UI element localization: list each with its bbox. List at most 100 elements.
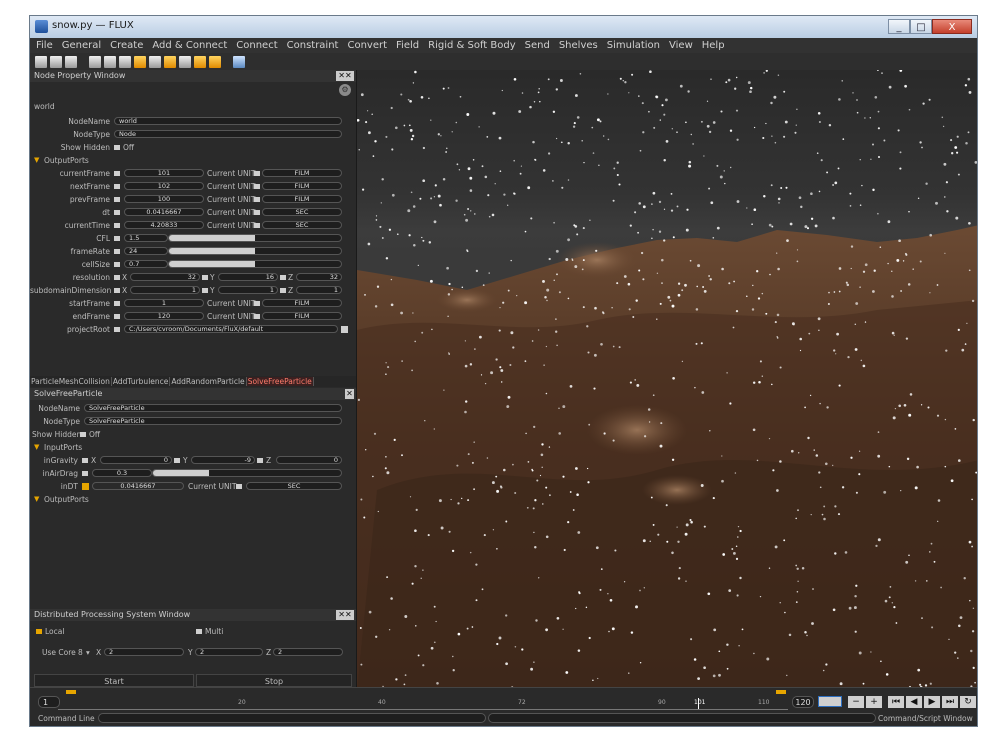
unit-checkbox[interactable] [254,184,260,189]
open-file-icon[interactable] [50,55,62,68]
unit-dropdown[interactable]: FILM [262,312,342,320]
unit-checkbox[interactable] [254,197,260,202]
chevron-down-icon[interactable]: ▾ [86,647,90,658]
collapse-triangle-icon[interactable]: ▼ [34,494,39,505]
port-checkbox[interactable] [114,275,120,280]
maximize-button[interactable]: □ [910,19,932,34]
browse-folder-icon[interactable] [341,326,348,333]
gear-icon[interactable]: ⚙ [339,84,351,96]
unit-dropdown[interactable]: SEC [262,221,342,229]
air-drag-checkbox[interactable] [82,471,88,476]
port-value-field[interactable]: 101 [124,169,204,177]
z-field[interactable]: 32 [296,273,342,281]
script-output-field[interactable] [488,713,876,723]
command-line-input[interactable] [98,713,486,723]
port-checkbox[interactable] [114,184,120,189]
slider-value-field[interactable]: 0.7 [124,260,168,268]
menu-connect[interactable]: Connect [236,38,277,53]
air-drag-slider[interactable] [152,469,342,477]
port-checkbox[interactable] [114,288,120,293]
project-root-field[interactable]: C:/Users/cvroom/Documents/FluX/default [124,325,338,333]
tab-particle-mesh-collision[interactable]: ParticleMeshCollision [30,377,112,386]
port-checkbox[interactable] [114,249,120,254]
unit-checkbox[interactable] [254,314,260,319]
port-checkbox[interactable] [114,262,120,267]
node-graph-icon[interactable] [104,55,116,68]
node-list-icon[interactable] [89,55,101,68]
y-field[interactable]: 16 [218,273,278,281]
multi-checkbox[interactable] [196,629,202,634]
menu-view[interactable]: View [669,38,693,53]
save-file-icon[interactable] [65,55,77,68]
menu-simulation[interactable]: Simulation [607,38,660,53]
gravity-checkbox[interactable] [82,458,88,463]
gravity-z-field[interactable]: 0 [276,456,342,464]
x-field[interactable]: 1 [130,286,200,294]
zoom-in-icon[interactable]: + [866,696,882,708]
unit-checkbox[interactable] [236,484,242,489]
minimize-button[interactable]: _ [888,19,910,34]
paint-icon[interactable] [194,55,206,68]
zoom-out-icon[interactable]: − [848,696,864,708]
menu-constraint[interactable]: Constraint [287,38,339,53]
unit-checkbox[interactable] [254,223,260,228]
air-drag-field[interactable]: 0.3 [92,469,152,477]
y-field[interactable]: 1 [218,286,278,294]
timeline-ruler[interactable]: 20 40 72 90 101 110 [58,690,788,710]
sphere-icon[interactable] [164,55,176,68]
port-value-field[interactable]: 120 [124,312,204,320]
local-checkbox[interactable] [36,629,42,634]
port-value-field[interactable]: 102 [124,182,204,190]
y-checkbox[interactable] [174,458,180,463]
tab-add-random-particle[interactable]: AddRandomParticle [170,377,247,386]
collapse-triangle-icon[interactable]: ▼ [34,155,39,166]
port-checkbox[interactable] [114,314,120,319]
slider-value-field[interactable]: 24 [124,247,168,255]
menu-shelves[interactable]: Shelves [559,38,598,53]
current-frame-marker[interactable] [698,698,699,709]
panel-close-icon[interactable]: ✕ [345,389,354,399]
port-value-field[interactable]: 0.0416667 [124,208,204,216]
port-checkbox[interactable] [114,223,120,228]
window-icon[interactable] [149,55,161,68]
tools-icon[interactable] [209,55,221,68]
unit-checkbox[interactable] [254,210,260,215]
stop-button[interactable]: Stop [196,674,352,687]
z-checkbox[interactable] [257,458,263,463]
menu-file[interactable]: File [36,38,53,53]
port-value-field[interactable]: 1 [124,299,204,307]
show-hidden-checkbox[interactable] [80,432,86,437]
show-hidden-checkbox[interactable] [114,145,120,150]
menu-convert[interactable]: Convert [347,38,387,53]
port-checkbox[interactable] [114,210,120,215]
gravity-y-field[interactable]: -9 [191,456,255,464]
dt-connected-icon[interactable] [82,483,89,490]
y-checkbox[interactable] [202,288,208,293]
layout-icon[interactable] [119,55,131,68]
play-icon[interactable]: ▶ [924,696,940,708]
go-start-icon[interactable]: ⏮ [888,696,904,708]
loop-icon[interactable]: ↻ [960,696,976,708]
slider-track[interactable] [168,260,342,268]
playback-speed-icon[interactable] [818,696,842,707]
dps-x-field[interactable]: 2 [104,648,184,656]
unit-dropdown[interactable]: FILM [262,195,342,203]
tab-solve-free-particle[interactable]: SolveFreeParticle [246,377,314,386]
node-name-field[interactable]: world [114,117,342,125]
panel-close-icon[interactable]: ✕✕ [336,610,354,620]
dps-y-field[interactable]: 2 [195,648,263,656]
menu-field[interactable]: Field [396,38,419,53]
z-checkbox[interactable] [280,288,286,293]
port-value-field[interactable]: 4.20833 [124,221,204,229]
port-checkbox[interactable] [114,301,120,306]
slider-value-field[interactable]: 1.5 [124,234,168,242]
folder-icon[interactable] [134,55,146,68]
range-start-handle[interactable] [66,690,76,694]
dt-unit-dropdown[interactable]: SEC [246,482,342,490]
slider-track[interactable] [168,247,342,255]
x-field[interactable]: 32 [130,273,200,281]
menu-create[interactable]: Create [110,38,143,53]
y-checkbox[interactable] [202,275,208,280]
port-checkbox[interactable] [114,236,120,241]
camera-icon[interactable] [233,55,245,68]
